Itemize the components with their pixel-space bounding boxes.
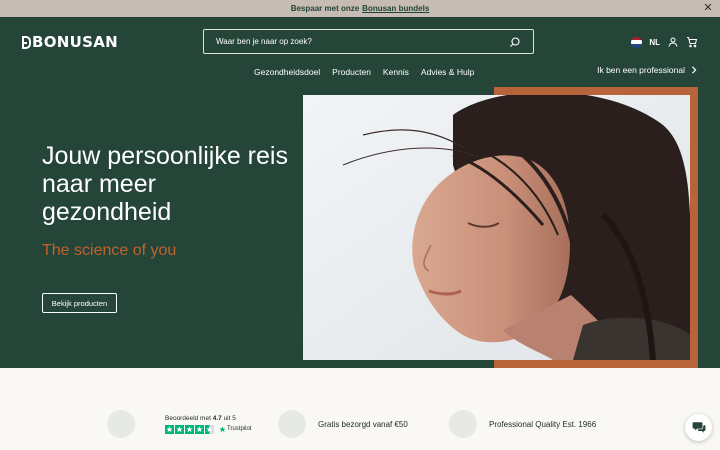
promo-bar: Bespaar met onze Bonusan bundels ✕ — [0, 0, 720, 17]
header-actions: NL — [631, 35, 698, 49]
hero-subtitle: The science of you — [42, 242, 177, 259]
logo[interactable]: BONUSAN — [22, 33, 118, 51]
chevron-right-icon — [691, 66, 697, 74]
hero-title: Jouw persoonlijke reis naar meer gezondh… — [42, 142, 288, 226]
star-icon — [195, 424, 204, 434]
language-selector[interactable]: NL — [649, 38, 660, 47]
search-box — [203, 29, 534, 54]
main-nav: Gezondheidsdoel Producten Kennis Advies … — [254, 67, 474, 77]
user-icon[interactable] — [667, 36, 679, 48]
nav-item-kennis[interactable]: Kennis — [383, 67, 409, 77]
usp-quality-icon — [449, 410, 477, 438]
professional-link[interactable]: Ik ben een professional — [597, 65, 697, 75]
search-input[interactable] — [216, 37, 496, 46]
nav-item-producten[interactable]: Producten — [332, 67, 371, 77]
usp-shipping-text: Gratis bezorgd vanaf €50 — [318, 419, 408, 429]
professional-link-label: Ik ben een professional — [597, 65, 685, 75]
usp-quality: Professional Quality Est. 1966 — [449, 410, 596, 438]
flag-nl-icon[interactable] — [631, 36, 643, 48]
cart-icon[interactable] — [686, 36, 698, 48]
logo-mark-icon — [22, 35, 31, 49]
usp-rating-icon — [107, 410, 135, 438]
search-icon[interactable] — [509, 36, 521, 48]
trustpilot-label: Trustpilot — [227, 426, 252, 432]
hero-photo — [303, 95, 690, 360]
rating-stars: Trustpilot — [165, 424, 252, 434]
rating-text: Beoordeeld met 4.7 uit 5 — [165, 414, 236, 422]
promo-text: Bespaar met onze — [290, 4, 360, 13]
nav-item-gezondheidsdoel[interactable]: Gezondheidsdoel — [254, 67, 320, 77]
trustpilot-widget[interactable]: Beoordeeld met 4.7 uit 5 Trustpilot — [165, 415, 251, 434]
star-icon — [175, 424, 184, 434]
view-products-button[interactable]: Bekijk producten — [42, 293, 117, 313]
trustpilot-logo: Trustpilot — [219, 425, 252, 433]
chat-icon — [692, 422, 705, 433]
close-icon[interactable]: ✕ — [701, 1, 715, 15]
usp-shipping: Gratis bezorgd vanaf €50 — [278, 410, 408, 438]
usp-shipping-icon — [278, 410, 306, 438]
trustpilot-star-icon — [219, 425, 226, 432]
star-icon — [165, 424, 174, 434]
promo-link[interactable]: Bonusan bundels — [362, 4, 429, 13]
chat-button[interactable] — [685, 414, 712, 441]
nav-item-advies-hulp[interactable]: Advies & Hulp — [421, 67, 474, 77]
star-icon — [185, 424, 194, 434]
star-half-icon — [205, 424, 214, 434]
logo-text: BONUSAN — [32, 33, 118, 51]
usp-rating: Beoordeeld met 4.7 uit 5 Trustpilot — [107, 410, 251, 438]
usp-quality-text: Professional Quality Est. 1966 — [489, 419, 597, 429]
